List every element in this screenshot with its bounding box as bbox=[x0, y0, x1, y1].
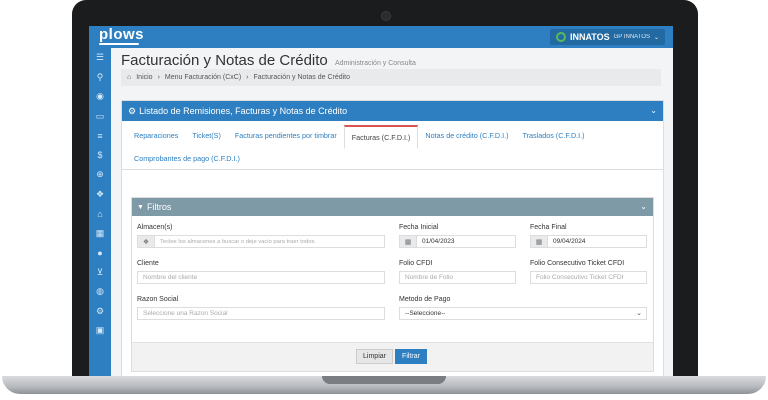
breadcrumb-separator: › bbox=[157, 74, 160, 81]
main-content: Facturación y Notas de Crédito Administr… bbox=[111, 48, 673, 376]
brand-subtitle: GP INNATOS bbox=[613, 34, 650, 40]
filters-title: Filtros bbox=[146, 202, 172, 212]
filter-button[interactable]: Filtrar bbox=[395, 349, 427, 364]
fecha-final-label: Fecha Final bbox=[530, 224, 567, 231]
cubes-icon: ❖ bbox=[138, 236, 155, 247]
menu-icon[interactable]: ☰ bbox=[89, 48, 111, 68]
world-icon[interactable]: ◍ bbox=[89, 282, 111, 302]
list-icon[interactable]: ≡ bbox=[89, 126, 111, 146]
folio-cfdi-input[interactable]: Nombre de Folio bbox=[399, 271, 516, 284]
calculator-icon[interactable]: ▦ bbox=[89, 224, 111, 244]
globe2-icon[interactable]: ● bbox=[89, 243, 111, 263]
razon-social-label: Razon Social bbox=[137, 296, 179, 303]
metodo-pago-label: Metodo de Pago bbox=[399, 296, 451, 303]
page-title: Facturación y Notas de Crédito Administr… bbox=[121, 52, 416, 69]
breadcrumb-separator: › bbox=[246, 74, 249, 81]
folder-icon[interactable]: ▭ bbox=[89, 107, 111, 127]
chevron-down-icon[interactable]: ⌄ bbox=[650, 106, 657, 115]
calendar-icon: ▦ bbox=[531, 236, 548, 247]
listing-panel: ⚙ Listado de Remisiones, Facturas y Nota… bbox=[121, 100, 664, 376]
filters-header[interactable]: ▼ Filtros ⌄ bbox=[132, 198, 653, 216]
chevron-down-icon[interactable]: ⌄ bbox=[640, 202, 647, 211]
camera-icon bbox=[381, 11, 391, 21]
fecha-final-input[interactable]: ▦ 09/04/2024 bbox=[530, 235, 647, 248]
tab-comprobantes-pago[interactable]: Comprobantes de pago (C.F.D.I.) bbox=[127, 148, 247, 169]
search-icon[interactable]: ⚲ bbox=[89, 68, 111, 88]
panel-title: Listado de Remisiones, Facturas y Notas … bbox=[139, 106, 348, 116]
app-logo[interactable]: plows bbox=[99, 26, 144, 43]
cliente-label: Cliente bbox=[137, 260, 159, 267]
fecha-inicial-value: 01/04/2023 bbox=[422, 238, 455, 245]
cogs-icon: ⚙ bbox=[128, 105, 137, 116]
folio-ticket-label: Folio Consecutivo Ticket CFDI bbox=[530, 260, 625, 267]
eye-icon[interactable]: ◉ bbox=[89, 87, 111, 107]
tab-facturas-cfdi[interactable]: Facturas (C.F.D.I.) bbox=[343, 125, 419, 149]
tab-bar: Reparaciones Ticket(S) Facturas pendient… bbox=[122, 121, 663, 170]
home-icon: ⌂ bbox=[127, 74, 132, 81]
metodo-pago-select[interactable]: --Seleccione-- ⌄ bbox=[399, 307, 647, 320]
fecha-inicial-label: Fecha Inicial bbox=[399, 224, 439, 231]
brand-name: INNATOS bbox=[569, 32, 610, 42]
chevron-down-icon: ⌄ bbox=[636, 310, 642, 317]
breadcrumb-menu[interactable]: Menu Facturación (CxC) bbox=[165, 74, 241, 81]
page-title-text: Facturación y Notas de Crédito bbox=[121, 52, 328, 69]
panel-header[interactable]: ⚙ Listado de Remisiones, Facturas y Nota… bbox=[122, 101, 663, 121]
cliente-input[interactable]: Nombre del cliente bbox=[137, 271, 385, 284]
app-screen: plows INNATOS GP INNATOS ⌄ ☰ ⚲ ◉ ▭ ≡ $ ⊕… bbox=[89, 26, 673, 376]
breadcrumb: ⌂ Inicio › Menu Facturación (CxC) › Fact… bbox=[121, 69, 661, 86]
globe-icon[interactable]: ⊕ bbox=[89, 165, 111, 185]
brand-logo-icon bbox=[555, 32, 566, 42]
calendar-icon: ▦ bbox=[400, 236, 417, 247]
laptop-notch bbox=[322, 376, 446, 384]
filter-icon: ▼ bbox=[137, 203, 144, 211]
fecha-final-value: 09/04/2024 bbox=[553, 238, 586, 245]
fecha-inicial-input[interactable]: ▦ 01/04/2023 bbox=[399, 235, 516, 248]
folio-cfdi-label: Folio CFDI bbox=[399, 260, 433, 267]
breadcrumb-current: Facturación y Notas de Crédito bbox=[253, 74, 351, 81]
tab-traslados[interactable]: Traslados (C.F.D.I.) bbox=[516, 125, 592, 148]
razon-social-select[interactable]: Seleccione una Razon Social bbox=[137, 307, 385, 320]
chevron-down-icon: ⌄ bbox=[653, 34, 659, 41]
topbar: plows INNATOS GP INNATOS ⌄ bbox=[89, 26, 673, 48]
sidebar: ☰ ⚲ ◉ ▭ ≡ $ ⊕ ❖ ⌂ ▦ ● ⊻ ◍ ⚙ ▣ bbox=[89, 48, 111, 376]
tab-notas-credito[interactable]: Notas de crédito (C.F.D.I.) bbox=[418, 125, 515, 148]
tab-reparaciones[interactable]: Reparaciones bbox=[127, 125, 185, 148]
dollar-icon[interactable]: $ bbox=[89, 146, 111, 166]
breadcrumb-home[interactable]: Inicio bbox=[136, 74, 152, 81]
page-subtitle: Administración y Consulta bbox=[334, 60, 416, 67]
metodo-pago-value: --Seleccione-- bbox=[405, 310, 446, 317]
cart-icon[interactable]: ⊻ bbox=[89, 263, 111, 283]
tab-tickets[interactable]: Ticket(S) bbox=[185, 125, 227, 148]
clear-button[interactable]: Limpiar bbox=[356, 349, 393, 364]
cubes-icon[interactable]: ❖ bbox=[89, 185, 111, 205]
filters-box: ▼ Filtros ⌄ Almacen(s) ❖ Teclee los alma… bbox=[131, 197, 654, 372]
tab-facturas-pendientes[interactable]: Facturas pendientes por timbrar bbox=[228, 125, 344, 148]
almacen-label: Almacen(s) bbox=[137, 224, 173, 231]
company-selector[interactable]: INNATOS GP INNATOS ⌄ bbox=[549, 29, 665, 45]
almacen-input[interactable]: ❖ Teclee los almacenes a buscar o deje v… bbox=[137, 235, 385, 248]
folio-ticket-input[interactable]: Folio Consecutivo Ticket CFDI bbox=[530, 271, 647, 284]
almacen-placeholder: Teclee los almacenes a buscar o deje vac… bbox=[160, 238, 316, 245]
gear-icon[interactable]: ⚙ bbox=[89, 302, 111, 322]
bank-icon[interactable]: ⌂ bbox=[89, 204, 111, 224]
logo-underline bbox=[99, 43, 139, 45]
filters-footer: Limpiar Filtrar bbox=[132, 342, 653, 371]
lock-icon[interactable]: ▣ bbox=[89, 321, 111, 341]
